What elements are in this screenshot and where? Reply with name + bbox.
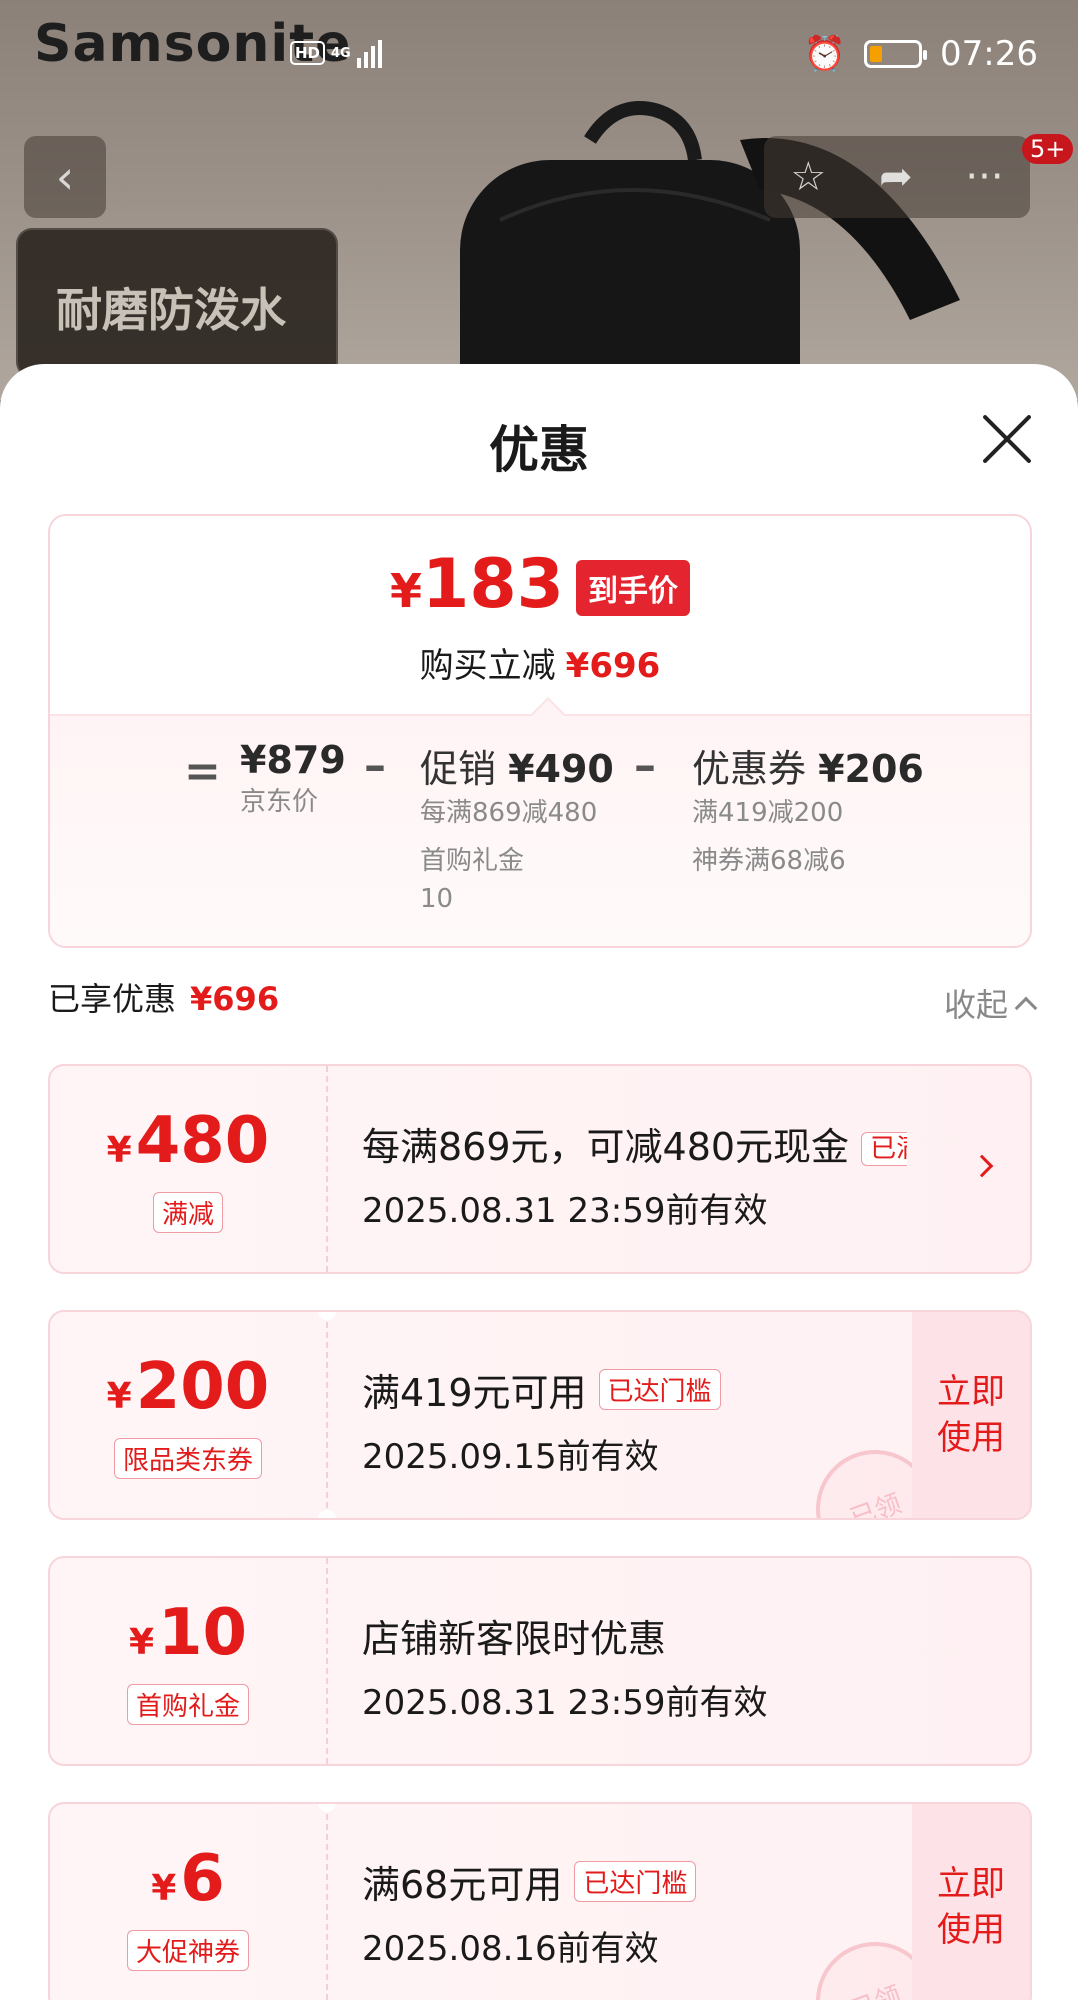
price-breakdown: = ¥879 京东价 – 促销 ¥490 每满869减480 首购礼金 10 –… [50, 714, 1030, 946]
enjoyed-label: 已享优惠 [48, 980, 177, 1018]
coupon-desc: 满68元可用 [362, 1863, 563, 1907]
clock: 07:26 [940, 34, 1038, 74]
coupon-expiry: 2025.08.31 23:59前有效 [362, 1191, 768, 1231]
use-now-button[interactable]: 立即使用 [912, 1312, 1030, 1518]
coupon-expiry: 2025.08.16前有效 [362, 1929, 659, 1969]
promo-column: 促销 ¥490 每满869减480 首购礼金 10 [420, 738, 614, 917]
reached-badge: 已达门槛 [574, 1861, 697, 1902]
star-icon[interactable]: ☆ [790, 154, 826, 200]
header-toolbar: ☆ ➦ ··· [764, 136, 1030, 218]
coupon-desc: 每满869元，可减480元现金 [362, 1125, 850, 1169]
more-icon[interactable]: ··· [965, 154, 1003, 200]
final-price-tag: 到手价 [575, 560, 690, 616]
status-bar: HD 4G ⏰ 07:26 [0, 0, 1078, 120]
final-price: ¥183 [390, 545, 564, 624]
coupon-amount-block: ¥10 首购礼金 [50, 1558, 326, 1764]
coupon-type: 满减 [152, 1191, 223, 1233]
jd-price-column: ¥879 京东价 [240, 738, 346, 820]
coupon-amount: ¥200 [106, 1349, 270, 1424]
battery-icon [864, 40, 928, 68]
coupon-amount-block: ¥480 满减 [50, 1066, 326, 1272]
status-right: ⏰ 07:26 [804, 34, 1038, 74]
promo-value: ¥490 [508, 747, 614, 791]
minus-sign: – [634, 740, 656, 791]
coupon-info: 满68元可用 已达门槛 2025.08.16前有效 [362, 1854, 697, 1970]
coupon-type: 首购礼金 [126, 1683, 249, 1725]
coupon-detail: 满419减200 [692, 798, 844, 828]
coupon-amount-block: ¥6 大促神券 [50, 1804, 326, 2000]
coupon-desc: 店铺新客限时优惠 [362, 1617, 667, 1661]
minus-sign: – [364, 740, 386, 791]
final-price-section: ¥183 到手价 购买立减 ¥696 [50, 516, 1030, 714]
chevron-left-icon: ‹ [55, 150, 75, 204]
promo-detail: 每满869减480 [420, 798, 598, 828]
enjoyed-discount: 已享优惠 ¥696 [48, 974, 279, 1020]
coupon-info: 每满869元，可减480元现金 已满 2025.08.31 23:59前有效 [362, 1116, 908, 1232]
coupon-card[interactable]: ¥480 满减 每满869元，可减480元现金 已满 2025.08.31 23… [48, 1064, 1032, 1274]
coupon-card: ¥6 大促神券 满68元可用 已达门槛 2025.08.16前有效 已领 立即使… [48, 1802, 1032, 2000]
alarm-icon: ⏰ [803, 34, 847, 74]
sheet-title: 优惠 [489, 421, 589, 479]
coupon-amount-block: ¥200 限品类东券 [50, 1312, 326, 1518]
back-button[interactable]: ‹ [24, 136, 106, 218]
close-icon[interactable] [980, 412, 1034, 466]
collapse-button[interactable]: 收起 [943, 980, 1038, 1026]
coupon-expiry: 2025.08.31 23:59前有效 [362, 1683, 768, 1723]
coupon-desc: 满419元可用 [362, 1371, 587, 1415]
product-promo-tag: 耐磨防泼水 [16, 228, 338, 378]
coupon-expiry: 2025.09.15前有效 [362, 1437, 659, 1477]
coupon-amount: ¥480 [106, 1103, 270, 1178]
hd-badge: HD [290, 41, 326, 65]
instant-save-row: 购买立减 ¥696 [50, 638, 1030, 687]
promo-detail: 10 [420, 884, 454, 914]
coupon-type: 大促神券 [126, 1929, 249, 1971]
coupon-card: ¥200 限品类东券 满419元可用 已达门槛 2025.09.15前有效 已领… [48, 1310, 1032, 1520]
coupon-card: ¥10 首购礼金 店铺新客限时优惠 2025.08.31 23:59前有效 [48, 1556, 1032, 1766]
price-summary-card: ¥183 到手价 购买立减 ¥696 = ¥879 京东价 – 促销 ¥490 每… [48, 514, 1032, 948]
save-label: 购买立减 [419, 646, 556, 686]
enjoyed-amount: ¥696 [190, 980, 280, 1018]
coupon-type: 限品类东券 [113, 1437, 262, 1479]
chevron-right-icon[interactable] [970, 1154, 994, 1178]
promo-detail: 首购礼金 [420, 846, 525, 876]
notification-badge: 5+ [1022, 134, 1074, 164]
reached-badge: 已达门槛 [598, 1369, 721, 1410]
chevron-up-icon [1014, 996, 1038, 1020]
coupon-info: 满419元可用 已达门槛 2025.09.15前有效 [362, 1362, 721, 1478]
coupon-detail: 神券满68减6 [692, 846, 846, 876]
coupon-value: ¥206 [818, 747, 924, 791]
signal-icon [356, 38, 382, 68]
share-icon[interactable]: ➦ [879, 154, 913, 200]
network-type: 4G [331, 45, 351, 61]
coupon-amount: ¥6 [151, 1841, 225, 1916]
coupon-label: 优惠券 [692, 747, 807, 791]
coupon-info: 店铺新客限时优惠 2025.08.31 23:59前有效 [362, 1608, 767, 1724]
coupon-column: 优惠券 ¥206 满419减200 神券满68减6 [692, 738, 924, 879]
jd-price: ¥879 [240, 738, 346, 782]
coupon-amount: ¥10 [128, 1595, 248, 1670]
jd-price-label: 京东价 [240, 787, 319, 817]
use-now-button[interactable]: 立即使用 [912, 1804, 1030, 2000]
discount-sheet: 优惠 ¥183 到手价 购买立减 ¥696 = ¥879 京东价 – 促销 ¥49… [0, 364, 1078, 2000]
equals-sign: = [184, 746, 221, 797]
reached-badge: 已满 [861, 1131, 908, 1166]
collapse-label: 收起 [943, 986, 1008, 1024]
notch [318, 1510, 336, 1518]
save-amount: ¥696 [565, 646, 661, 686]
promo-label: 促销 [420, 747, 497, 791]
status-left: HD 4G [290, 38, 382, 68]
